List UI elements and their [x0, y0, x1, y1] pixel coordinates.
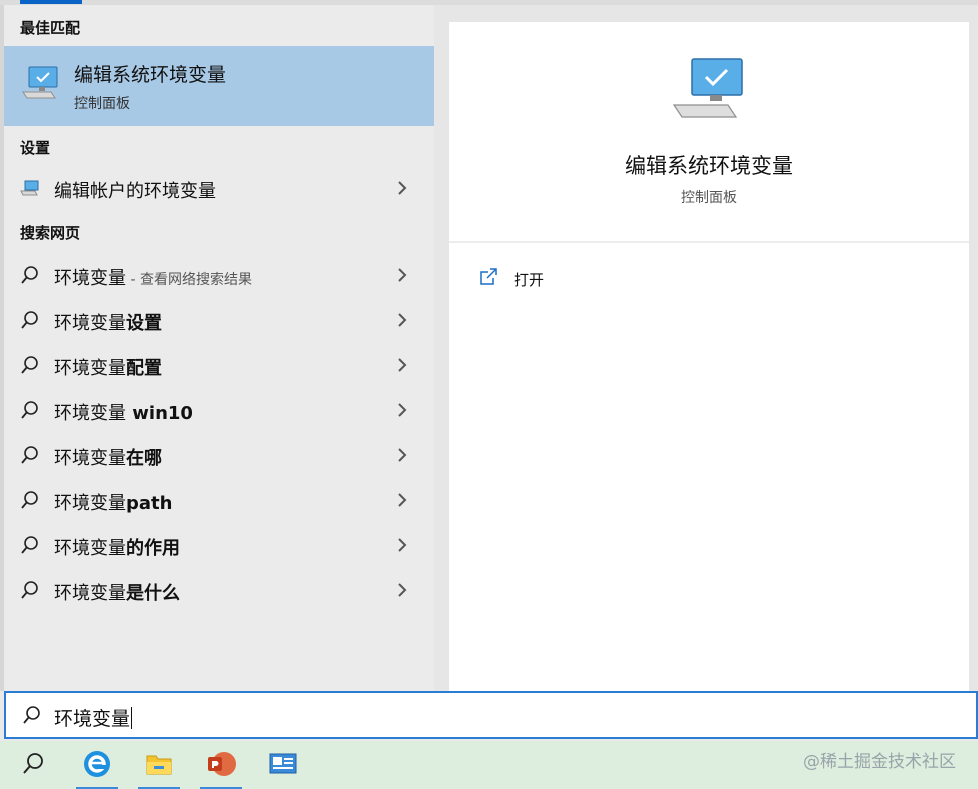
taskbar-search-button[interactable]: [8, 741, 58, 789]
preview-subtitle: 控制面板: [681, 190, 737, 206]
web-search-heading: 搜索网页: [20, 224, 81, 242]
chevron-right-icon: [398, 268, 407, 282]
web-result[interactable]: 环境变量设置: [4, 300, 434, 340]
edge-icon: [84, 751, 110, 777]
web-result-label: 环境变量在哪: [54, 448, 162, 469]
chevron-right-icon: [398, 448, 407, 462]
open-action-label: 打开: [514, 271, 545, 289]
web-result-label: 环境变量 win10: [54, 403, 193, 424]
open-action[interactable]: 打开: [479, 265, 679, 295]
best-match-heading: 最佳匹配: [20, 19, 81, 37]
search-icon: [23, 753, 43, 774]
web-result[interactable]: 环境变量的作用: [4, 525, 434, 565]
computer-settings-icon: [20, 180, 39, 196]
web-result-label: 环境变量是什么: [54, 583, 180, 604]
web-result[interactable]: 环境变量path: [4, 480, 434, 520]
computer-monitor-icon: [22, 66, 58, 99]
search-icon: [21, 536, 38, 554]
web-result-label: 环境变量设置: [54, 313, 162, 334]
chevron-right-icon: [398, 358, 407, 372]
taskbar-control-panel-button[interactable]: [258, 741, 308, 789]
chevron-right-icon: [398, 403, 407, 417]
taskbar-powerpoint-button[interactable]: [196, 741, 246, 789]
web-result[interactable]: 环境变量在哪: [4, 435, 434, 475]
web-result-label: 环境变量的作用: [54, 538, 180, 559]
search-icon: [23, 706, 40, 724]
chevron-right-icon: [398, 181, 407, 195]
control-panel-icon: [269, 753, 297, 774]
best-match-result[interactable]: 编辑系统环境变量 控制面板: [4, 46, 434, 126]
web-result-label: 环境变量 - 查看网络搜索结果: [54, 268, 252, 289]
search-icon: [21, 356, 38, 374]
chevron-right-icon: [398, 493, 407, 507]
web-result[interactable]: 环境变量 - 查看网络搜索结果: [4, 255, 434, 295]
chevron-right-icon: [398, 313, 407, 327]
web-result-label: 环境变量path: [54, 493, 173, 514]
settings-result[interactable]: 编辑帐户的环境变量: [4, 168, 434, 208]
text-caret: [131, 707, 133, 729]
settings-result-label: 编辑帐户的环境变量: [54, 181, 216, 202]
web-result[interactable]: 环境变量 win10: [4, 390, 434, 430]
search-icon: [21, 446, 38, 464]
search-icon: [21, 266, 38, 284]
best-match-title: 编辑系统环境变量: [74, 64, 227, 86]
open-icon: [480, 268, 497, 285]
chevron-right-icon: [398, 538, 407, 552]
settings-heading: 设置: [20, 139, 51, 157]
taskbar-edge-button[interactable]: [72, 741, 122, 789]
search-icon: [21, 581, 38, 599]
web-result[interactable]: 环境变量是什么: [4, 570, 434, 610]
watermark: @稀土掘金技术社区: [803, 752, 956, 772]
divider: [449, 241, 969, 243]
web-result-label: 环境变量配置: [54, 358, 162, 379]
computer-monitor-icon: [672, 58, 743, 118]
preview-pane: 编辑系统环境变量 控制面板 打开: [449, 22, 969, 691]
search-icon: [21, 401, 38, 419]
search-input[interactable]: 环境变量: [4, 691, 978, 739]
active-tab-indicator: [20, 0, 82, 4]
taskbar: @稀土掘金技术社区: [0, 741, 978, 789]
web-result[interactable]: 环境变量配置: [4, 345, 434, 385]
results-pane: 最佳匹配 编辑系统环境变量 控制面板 设置 编辑帐户的环境变量 搜索网页 环境变…: [4, 5, 434, 691]
chevron-right-icon: [398, 583, 407, 597]
search-icon: [21, 311, 38, 329]
file-explorer-icon: [146, 755, 172, 775]
best-match-subtitle: 控制面板: [74, 96, 130, 112]
powerpoint-icon: [208, 752, 236, 776]
search-query: 环境变量: [54, 707, 133, 730]
taskbar-explorer-button[interactable]: [134, 741, 184, 789]
preview-title: 编辑系统环境变量: [625, 154, 793, 178]
search-icon: [21, 491, 38, 509]
